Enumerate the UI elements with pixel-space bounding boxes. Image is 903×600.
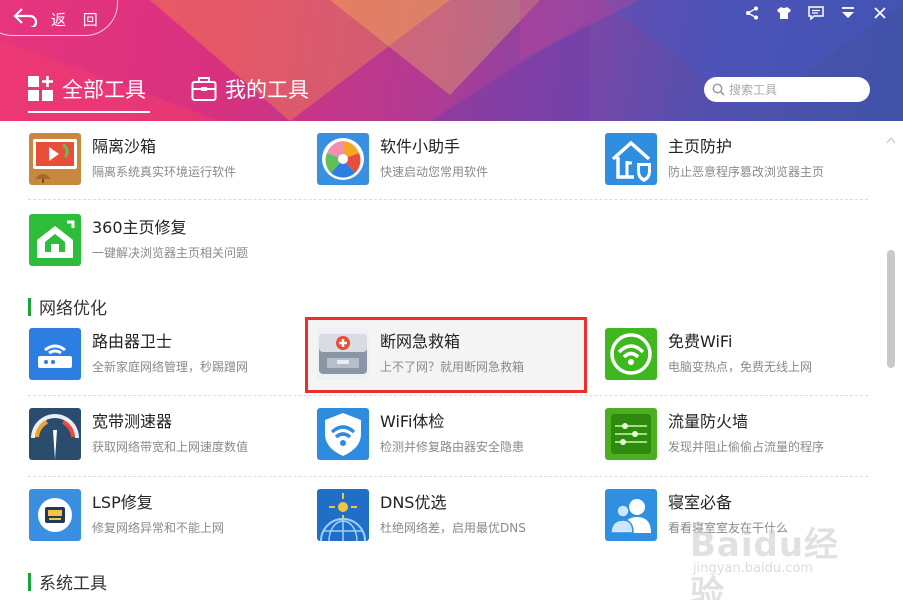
search-input[interactable] bbox=[729, 82, 859, 97]
tool-desc: 修复网络异常和不能上网 bbox=[92, 521, 225, 535]
search-box[interactable] bbox=[704, 77, 870, 102]
row-divider bbox=[28, 199, 868, 200]
grid-plus-icon bbox=[28, 76, 53, 101]
menu-icon[interactable] bbox=[839, 4, 857, 22]
tool-item-router[interactable]: 路由器卫士 全新家庭网络管理，秒踢蹭网 bbox=[29, 324, 314, 398]
section-header-network: 网络优化 bbox=[28, 294, 107, 319]
share-icon[interactable] bbox=[743, 4, 761, 22]
tab-my-tools[interactable]: 我的工具 bbox=[191, 72, 309, 106]
tool-item-homepage-protect[interactable]: 主页防护 防止恶意程序篡改浏览器主页 bbox=[605, 129, 890, 203]
header: 返 回 全部工具 我的工具 搜索工具 bbox=[0, 0, 903, 121]
wifi-shield-icon bbox=[317, 408, 369, 460]
section-marker bbox=[28, 572, 31, 591]
tool-title: 360主页修复 bbox=[92, 218, 187, 237]
tool-desc: 防止恶意程序篡改浏览器主页 bbox=[668, 165, 825, 179]
tab-all-tools-label: 全部工具 bbox=[62, 78, 146, 102]
tool-desc: 看看寝室室友在干什么 bbox=[668, 521, 789, 535]
tool-desc: 杜绝网络差，启用最优DNS bbox=[380, 521, 526, 535]
tool-title: 免费WiFi bbox=[668, 332, 733, 351]
tool-desc: 获取网络带宽和上网速度数值 bbox=[92, 440, 249, 454]
tool-title: 路由器卫士 bbox=[92, 332, 173, 351]
section-marker bbox=[28, 297, 31, 316]
tab-my-tools-label: 我的工具 bbox=[225, 78, 309, 102]
tool-item-lsp-repair[interactable]: LSP修复 修复网络异常和不能上网 bbox=[29, 485, 314, 559]
tool-title: WiFi体检 bbox=[380, 412, 445, 431]
toolbox-icon bbox=[191, 77, 217, 101]
scroll-up-icon[interactable] bbox=[887, 135, 895, 155]
tool-title: 寝室必备 bbox=[668, 493, 733, 512]
search-icon bbox=[712, 83, 725, 96]
tool-item-wifi-check[interactable]: WiFi体检 检测并修复路由器安全隐患 bbox=[317, 404, 602, 478]
row-divider bbox=[28, 395, 868, 396]
close-icon[interactable] bbox=[871, 4, 889, 22]
section-title: 网络优化 bbox=[39, 299, 107, 319]
tool-title: 宽带测速器 bbox=[92, 412, 173, 431]
feedback-icon[interactable] bbox=[807, 4, 825, 22]
tool-title: 隔离沙箱 bbox=[92, 137, 157, 156]
tool-desc: 检测并修复路由器安全隐患 bbox=[380, 440, 525, 454]
tool-title: DNS优选 bbox=[380, 493, 447, 512]
back-button[interactable]: 返 回 bbox=[0, 0, 118, 36]
skin-shirt-icon[interactable] bbox=[775, 4, 793, 22]
lsp-repair-icon bbox=[29, 489, 81, 541]
selection-highlight bbox=[305, 317, 587, 393]
tool-item-traffic-firewall[interactable]: 流量防火墙 发现并阻止偷偷占流量的程序 bbox=[605, 404, 890, 478]
tool-item-free-wifi[interactable]: 免费WiFi 电脑变热点，免费无线上网 bbox=[605, 324, 890, 398]
tool-item-speed-test[interactable]: 宽带测速器 获取网络带宽和上网速度数值 bbox=[29, 404, 314, 478]
window-controls bbox=[743, 4, 889, 22]
dorm-users-icon bbox=[605, 489, 657, 541]
homepage-protect-icon bbox=[605, 133, 657, 185]
section-title: 系统工具 bbox=[39, 574, 107, 594]
tool-title: 流量防火墙 bbox=[668, 412, 749, 431]
sandbox-icon bbox=[29, 133, 81, 185]
tool-item-dorm[interactable]: 寝室必备 看看寝室室友在干什么 bbox=[605, 485, 890, 559]
tool-title: 主页防护 bbox=[668, 137, 733, 156]
homepage-repair-icon bbox=[29, 214, 81, 266]
tool-title: 软件小助手 bbox=[380, 137, 461, 156]
tool-title: LSP修复 bbox=[92, 493, 153, 512]
back-label: 返 回 bbox=[51, 11, 104, 29]
tool-desc: 发现并阻止偷偷占流量的程序 bbox=[668, 440, 825, 454]
row-divider bbox=[28, 476, 868, 477]
tool-desc: 一键解决浏览器主页相关问题 bbox=[92, 246, 249, 260]
tool-desc: 电脑变热点，免费无线上网 bbox=[668, 360, 813, 374]
tool-item-software-helper[interactable]: 软件小助手 快速启动您常用软件 bbox=[317, 129, 602, 203]
speedometer-icon bbox=[29, 408, 81, 460]
tool-item-dns[interactable]: DNS优选 杜绝网络差，启用最优DNS bbox=[317, 485, 602, 559]
back-arrow-icon bbox=[13, 8, 38, 27]
tool-item-homepage-repair[interactable]: 360主页修复 一键解决浏览器主页相关问题 bbox=[29, 210, 314, 284]
tool-desc: 快速启动您常用软件 bbox=[380, 165, 489, 179]
traffic-firewall-icon bbox=[605, 408, 657, 460]
wifi-icon bbox=[605, 328, 657, 380]
tool-desc: 隔离系统真实环境运行软件 bbox=[92, 165, 237, 179]
router-icon bbox=[29, 328, 81, 380]
software-helper-icon bbox=[317, 133, 369, 185]
dns-globe-icon bbox=[317, 489, 369, 541]
tab-all-tools[interactable]: 全部工具 bbox=[28, 72, 150, 113]
section-header-system: 系统工具 bbox=[28, 569, 107, 594]
scrollbar-thumb[interactable] bbox=[887, 250, 895, 368]
tool-desc: 全新家庭网络管理，秒踢蹭网 bbox=[92, 360, 249, 374]
tool-item-sandbox[interactable]: 隔离沙箱 隔离系统真实环境运行软件 bbox=[29, 129, 314, 203]
